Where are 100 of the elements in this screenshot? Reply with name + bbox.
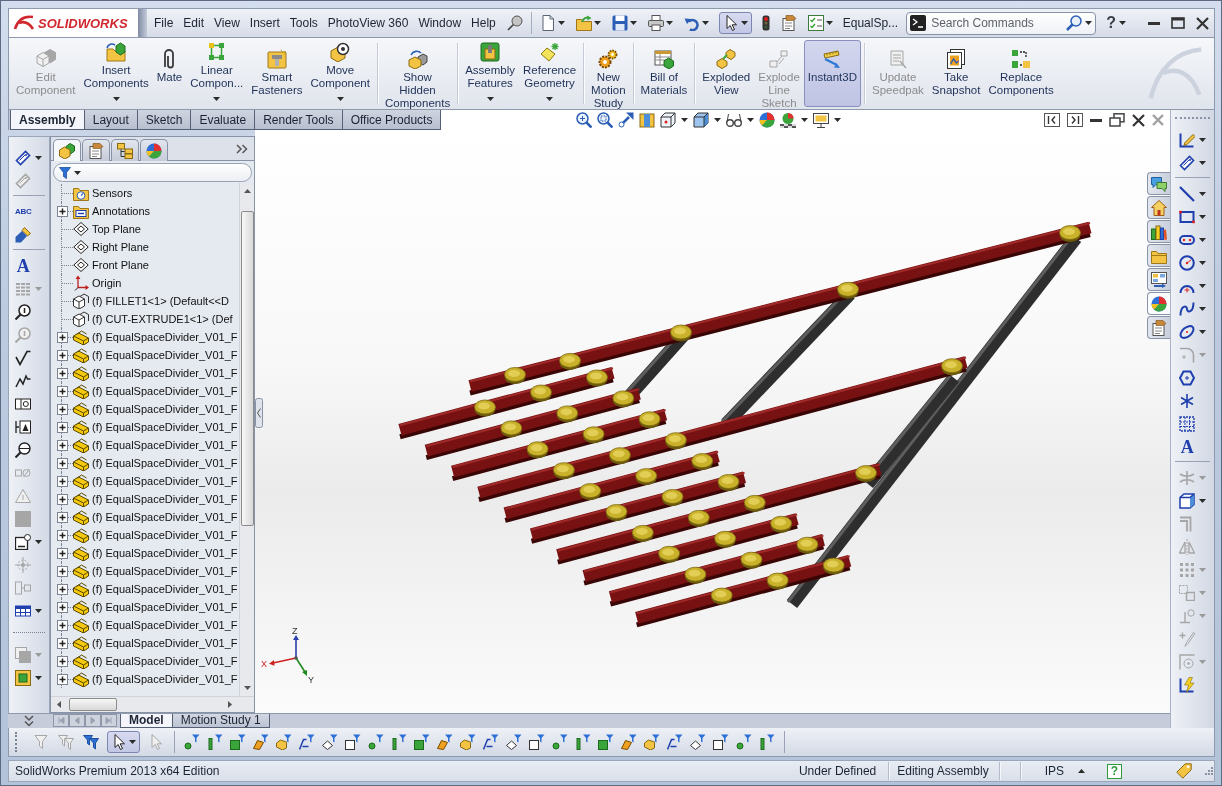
- caret-icon[interactable]: [74, 170, 81, 175]
- checklist-icon[interactable]: [807, 15, 824, 31]
- ribbon-tab[interactable]: Sketch: [136, 110, 192, 130]
- caret-icon[interactable]: [1199, 329, 1206, 334]
- menu-item[interactable]: Edit: [178, 16, 210, 30]
- task-pane-tab[interactable]: [1147, 316, 1170, 339]
- ribbon-button[interactable]: Show Hidden Components: [380, 40, 455, 107]
- filter-icon[interactable]: [598, 734, 614, 750]
- caret-icon[interactable]: [1199, 214, 1206, 219]
- expand-icon[interactable]: [56, 439, 68, 451]
- tree-item[interactable]: (f) EqualSpaceDivider_V01_F: [92, 439, 238, 451]
- text-tool[interactable]: A: [1179, 437, 1195, 456]
- menu-item[interactable]: Window: [413, 16, 467, 30]
- caret-icon[interactable]: [1199, 191, 1206, 196]
- filter-icon[interactable]: [759, 734, 775, 750]
- rectangle-icon[interactable]: [1179, 208, 1195, 225]
- filter-icon[interactable]: [690, 734, 706, 750]
- dimension-icon[interactable]: [1179, 154, 1195, 171]
- panel-tab[interactable]: [111, 139, 139, 161]
- diagonal-arrow-icon[interactable]: [618, 112, 635, 128]
- paintbrush-icon[interactable]: [15, 226, 31, 243]
- ribbon-button[interactable]: Move Component: [306, 40, 374, 107]
- expand-icon[interactable]: [56, 547, 68, 559]
- tree-item[interactable]: (f) FILLET1<1> (Default<<D: [92, 295, 229, 307]
- caret-icon[interactable]: [714, 118, 722, 122]
- sketch-pencil-icon[interactable]: [1179, 131, 1195, 148]
- caret-icon[interactable]: [681, 118, 689, 122]
- ribbon-button[interactable]: Take Snapshot: [927, 40, 985, 107]
- scroll-left-icon[interactable]: [57, 701, 61, 708]
- pushpin-icon[interactable]: [506, 15, 523, 31]
- expand-icon[interactable]: [56, 493, 68, 505]
- tree-item[interactable]: Front Plane: [92, 259, 149, 271]
- asterisk-icon[interactable]: [1179, 392, 1195, 409]
- cube-icon[interactable]: [660, 112, 677, 128]
- menu-item[interactable]: View: [209, 16, 245, 30]
- expand-icon[interactable]: [56, 583, 68, 595]
- caret-icon[interactable]: [1199, 160, 1206, 165]
- ribbon-button[interactable]: Smart Fasteners: [247, 40, 307, 107]
- caret-icon[interactable]: [557, 21, 565, 25]
- caret-icon[interactable]: [546, 97, 554, 101]
- filter-icon[interactable]: [230, 734, 246, 750]
- ribbon-button[interactable]: New Motion Study: [587, 40, 630, 107]
- panel-tab[interactable]: [140, 139, 168, 161]
- caret-icon[interactable]: [213, 97, 221, 101]
- circle-icon[interactable]: [1179, 254, 1195, 271]
- dimension-icon[interactable]: [15, 149, 31, 166]
- color-ball-icon[interactable]: [759, 112, 776, 128]
- table-icon[interactable]: [15, 602, 31, 619]
- traffic-light-icon[interactable]: [761, 15, 770, 31]
- tree-item[interactable]: (f) EqualSpaceDivider_V01_F: [92, 331, 238, 343]
- task-pane-tab[interactable]: [1147, 292, 1170, 315]
- caret-icon[interactable]: [747, 118, 755, 122]
- printer-icon[interactable]: [647, 15, 664, 31]
- caret-icon[interactable]: [665, 21, 673, 25]
- menu-item[interactable]: File: [149, 16, 179, 30]
- help-button[interactable]: ?: [1107, 763, 1122, 779]
- target-magnifier-icon[interactable]: [15, 441, 31, 458]
- tree-item[interactable]: (f) EqualSpaceDivider_V01_F: [92, 457, 238, 469]
- ribbon-tab[interactable]: Assembly: [10, 110, 85, 130]
- caret-icon[interactable]: [801, 118, 809, 122]
- tree-item[interactable]: (f) EqualSpaceDivider_V01_F: [92, 511, 238, 523]
- page-icon[interactable]: [539, 15, 556, 31]
- caret-icon[interactable]: [1199, 283, 1206, 288]
- filter-icon[interactable]: [575, 734, 591, 750]
- task-pane-tab[interactable]: [1147, 172, 1170, 195]
- filter-icon[interactable]: [736, 734, 752, 750]
- tree-item[interactable]: (f) EqualSpaceDivider_V01_F: [92, 673, 238, 685]
- filter-icon[interactable]: [713, 734, 729, 750]
- block-icon[interactable]: [15, 533, 31, 550]
- help-menu[interactable]: ?: [1106, 15, 1116, 31]
- tree-item[interactable]: (f) EqualSpaceDivider_V01_F: [92, 349, 238, 361]
- tag-icon[interactable]: [1176, 763, 1192, 779]
- model-tab[interactable]: Motion Study 1: [171, 714, 270, 728]
- caret-icon[interactable]: [336, 97, 344, 101]
- line-icon[interactable]: [1179, 185, 1195, 202]
- filter-icon[interactable]: [368, 734, 384, 750]
- restore-icon[interactable]: [1109, 113, 1125, 127]
- expand-icon[interactable]: [56, 601, 68, 613]
- tree-item[interactable]: (f) EqualSpaceDivider_V01_F: [92, 601, 238, 613]
- toolbar-button[interactable]: [718, 12, 752, 34]
- ribbon-button[interactable]: Replace Components: [984, 40, 1058, 107]
- surface-finish-icon[interactable]: [15, 349, 31, 366]
- tile-right-icon[interactable]: [1067, 113, 1083, 127]
- toolbar-button[interactable]: [107, 731, 140, 753]
- scroll-thumb[interactable]: [240, 211, 254, 526]
- expand-icon[interactable]: [56, 673, 68, 685]
- ribbon-button[interactable]: Mate: [152, 40, 187, 107]
- filter-icon[interactable]: [529, 734, 545, 750]
- filter-icon[interactable]: [414, 734, 430, 750]
- caret-icon[interactable]: [1118, 21, 1126, 25]
- tree-item[interactable]: (f) EqualSpaceDivider_V01_F: [92, 367, 238, 379]
- task-pane-tab[interactable]: [1147, 220, 1170, 243]
- caret-icon[interactable]: [129, 740, 136, 744]
- double-filter-icon[interactable]: [83, 734, 99, 750]
- caret-icon[interactable]: [1085, 21, 1093, 25]
- tree-item[interactable]: (f) EqualSpaceDivider_V01_F: [92, 421, 238, 433]
- caret-icon[interactable]: [1199, 498, 1206, 503]
- glasses-icon[interactable]: [726, 112, 743, 128]
- ellipse-icon[interactable]: [1179, 323, 1195, 340]
- tree-item[interactable]: (f) EqualSpaceDivider_V01_F: [92, 493, 238, 505]
